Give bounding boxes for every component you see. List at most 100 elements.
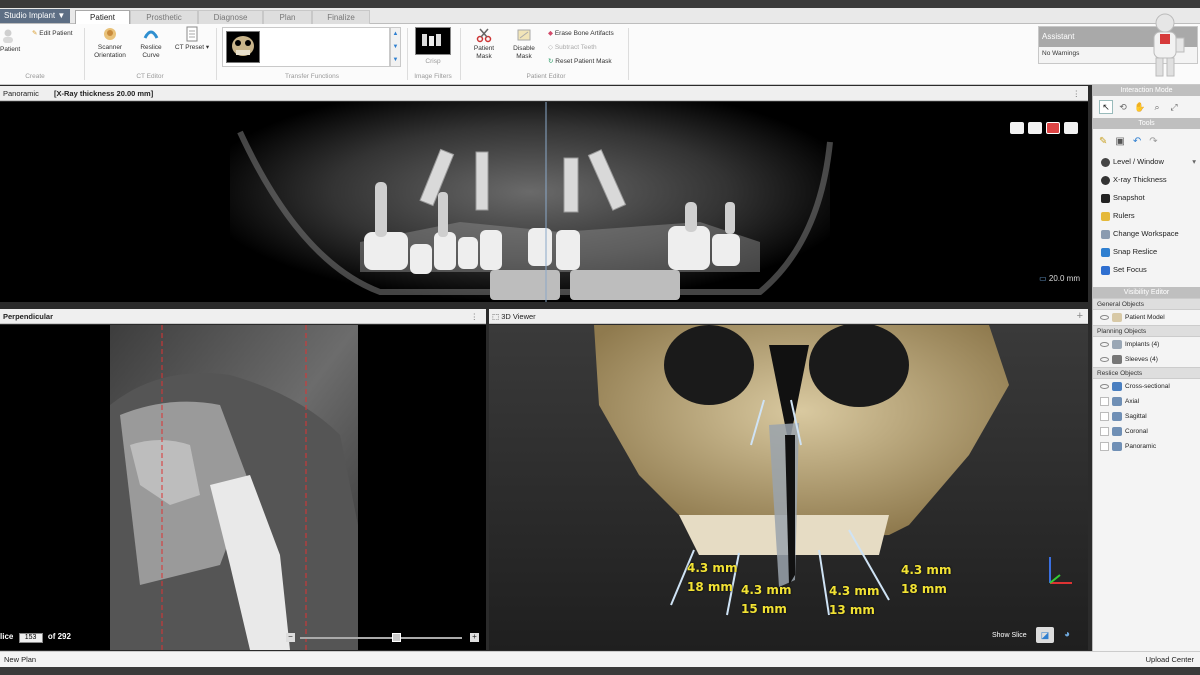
- transfer-function-thumbnail[interactable]: [226, 31, 260, 63]
- panoramic-view-toggles: [1010, 122, 1078, 134]
- chevron-up-icon[interactable]: ▲: [391, 28, 400, 41]
- transfer-function-gallery[interactable]: [222, 27, 390, 67]
- gallery-scrollbar[interactable]: ▲ ▼ ▼: [390, 27, 401, 67]
- view-toggle-icon[interactable]: [1064, 122, 1078, 134]
- add-view-icon[interactable]: +: [1077, 309, 1083, 324]
- erase-bone-artifacts-button[interactable]: ◆ Erase Bone Artifacts: [548, 29, 614, 37]
- visibility-panoramic[interactable]: Panoramic: [1093, 439, 1200, 454]
- more-options-icon[interactable]: ⋮: [471, 309, 479, 324]
- tool-label: Rulers: [1113, 211, 1135, 220]
- slice-slider-thumb[interactable]: [391, 633, 401, 642]
- pan-hand-icon[interactable]: ✋: [1133, 100, 1147, 114]
- teeth-thumbnail-icon: [422, 34, 441, 46]
- camera-icon: [1101, 193, 1110, 203]
- patient-mask-button[interactable]: Patient Mask: [466, 27, 502, 60]
- expand-gallery-icon[interactable]: ▼: [391, 54, 400, 67]
- patient-icon: [3, 29, 13, 43]
- redo-icon[interactable]: ↷: [1149, 136, 1157, 147]
- view-mode-icon[interactable]: ◕: [1064, 629, 1078, 641]
- tool-label: Snapshot: [1113, 193, 1145, 202]
- show-slice-toggle[interactable]: ◪: [1036, 627, 1054, 643]
- tool-label: Change Workspace: [1113, 229, 1179, 238]
- reset-patient-mask-button[interactable]: ↻ Reset Patient Mask: [548, 57, 612, 65]
- visibility-sleeves[interactable]: Sleeves (4): [1093, 352, 1200, 367]
- load-icon[interactable]: ✎: [1099, 136, 1107, 147]
- eye-icon[interactable]: [1100, 314, 1109, 320]
- tab-diagnose[interactable]: Diagnose: [198, 10, 263, 24]
- status-new-plan[interactable]: New Plan: [4, 652, 36, 667]
- visibility-patient-model[interactable]: Patient Model: [1093, 310, 1200, 325]
- view-toggle-icon[interactable]: [1028, 122, 1042, 134]
- chevron-down-icon[interactable]: ▼: [391, 41, 400, 54]
- implant-3-length: 13 mm: [829, 603, 875, 617]
- scanner-orientation-icon: [104, 28, 116, 40]
- crisp-filter-button[interactable]: Crisp: [412, 27, 454, 66]
- more-options-icon[interactable]: ⋮: [1073, 86, 1081, 101]
- rotate-icon[interactable]: ⟲: [1116, 100, 1130, 114]
- tooth-icon: ◇: [548, 44, 553, 51]
- eye-icon[interactable]: [1100, 383, 1109, 389]
- ct-preset-button[interactable]: CT Preset ▾: [174, 26, 210, 52]
- zoom-icon[interactable]: ⌕: [1150, 100, 1164, 114]
- tab-patient[interactable]: Patient: [75, 10, 130, 25]
- tool-snapshot[interactable]: Snapshot: [1093, 189, 1200, 207]
- perpendicular-view[interactable]: lice of 292 − +: [0, 325, 486, 650]
- zoom-region-icon[interactable]: ⤢: [1167, 100, 1181, 114]
- tab-prosthetic[interactable]: Prosthetic: [130, 10, 198, 24]
- interaction-mode-header: Interaction Mode: [1093, 85, 1200, 96]
- pointer-icon[interactable]: ↖: [1099, 100, 1113, 114]
- view-toggle-icon[interactable]: [1010, 122, 1024, 134]
- tool-set-focus[interactable]: Set Focus: [1093, 261, 1200, 279]
- checkbox[interactable]: [1100, 426, 1109, 436]
- visibility-axial[interactable]: Axial: [1093, 394, 1200, 409]
- slice-increment-button[interactable]: +: [470, 633, 479, 642]
- tab-plan[interactable]: Plan: [263, 10, 312, 24]
- checkbox[interactable]: [1100, 441, 1109, 451]
- undo-icon[interactable]: ↶: [1133, 136, 1141, 147]
- eye-icon[interactable]: [1100, 341, 1109, 347]
- tool-rulers[interactable]: Rulers: [1093, 207, 1200, 225]
- scanner-orientation-button[interactable]: Scanner Orientation: [90, 26, 130, 59]
- edit-patient-button[interactable]: ✎ Edit Patient: [32, 29, 73, 37]
- visibility-coronal[interactable]: Coronal: [1093, 424, 1200, 439]
- implant-1-length: 18 mm: [687, 580, 733, 594]
- xray-thickness-icon: [1101, 175, 1110, 185]
- panoramic-view[interactable]: ▭ 20.0 mm: [0, 102, 1088, 302]
- visibility-sagittal[interactable]: Sagittal: [1093, 409, 1200, 424]
- tool-level-window[interactable]: Level / Window ▾: [1093, 153, 1200, 171]
- viewer3d-title: 3D Viewer: [501, 312, 536, 321]
- slice-label: lice: [0, 632, 14, 641]
- viewer3d-view[interactable]: 4.3 mm 18 mm 4.3 mm 15 mm 4.3 mm 13 mm 4…: [489, 325, 1088, 650]
- eye-icon[interactable]: [1100, 356, 1109, 362]
- checkbox[interactable]: [1100, 411, 1109, 421]
- subtract-teeth-button[interactable]: ◇ Subtract Teeth: [548, 43, 597, 51]
- tab-finalize[interactable]: Finalize: [312, 10, 370, 24]
- panoramic-xray-image: [230, 102, 833, 302]
- app-menu-button[interactable]: Studio Implant ▼: [0, 9, 70, 23]
- visibility-implants[interactable]: Implants (4): [1093, 337, 1200, 352]
- reslice-curve-button[interactable]: Reslice Curve: [134, 26, 168, 59]
- window-bottom-bar: [0, 667, 1200, 675]
- checkbox[interactable]: [1100, 396, 1109, 406]
- ct-preset-label: CT Preset: [174, 44, 205, 51]
- skull-3d-model: [489, 325, 1088, 650]
- perpendicular-panel-header: Perpendicular ⋮: [0, 309, 486, 324]
- subtract-teeth-label: Subtract Teeth: [554, 44, 597, 51]
- visibility-cross-sectional[interactable]: Cross-sectional: [1093, 379, 1200, 394]
- tool-change-workspace[interactable]: Change Workspace: [1093, 225, 1200, 243]
- disable-mask-button[interactable]: Disable Mask: [506, 27, 542, 60]
- chevron-down-icon: ▼: [57, 11, 66, 20]
- cross-sectional-icon: [1112, 381, 1122, 391]
- patient-button[interactable]: Patient: [0, 28, 20, 54]
- view-toggle-icon[interactable]: [1046, 122, 1060, 134]
- status-upload-center[interactable]: Upload Center: [1146, 652, 1194, 667]
- tool-snap-reslice[interactable]: Snap Reslice: [1093, 243, 1200, 261]
- tool-xray-thickness[interactable]: X-ray Thickness: [1093, 171, 1200, 189]
- slice-number-input[interactable]: [18, 632, 43, 643]
- visibility-label: Cross-sectional: [1125, 383, 1170, 390]
- save-icon[interactable]: ▣: [1115, 136, 1124, 147]
- slice-decrement-button[interactable]: −: [286, 633, 295, 642]
- ruler-icon: ▭: [1039, 274, 1047, 283]
- interaction-mode-toolbar: ↖ ⟲ ✋ ⌕ ⤢: [1093, 96, 1200, 118]
- slice-slider-track[interactable]: [300, 633, 462, 642]
